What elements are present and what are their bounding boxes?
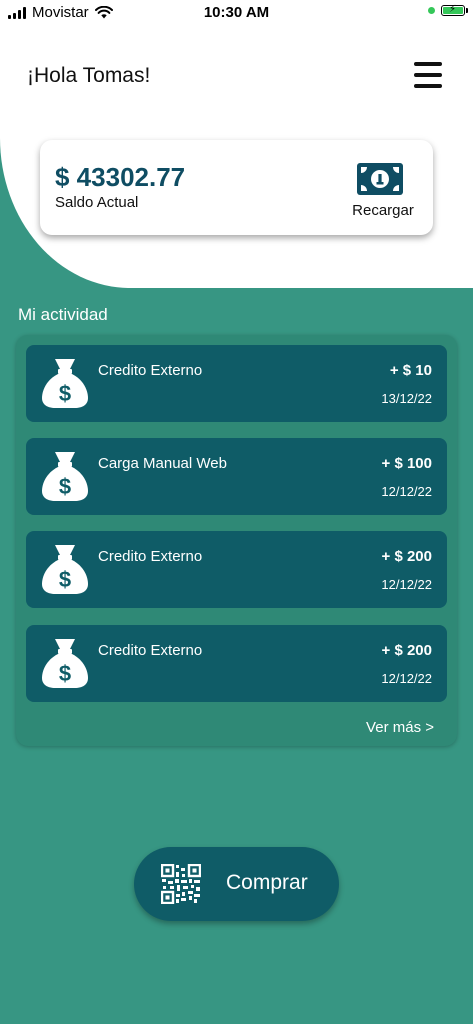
hamburger-menu-icon xyxy=(414,62,442,66)
activity-item-amount: + $ 200 xyxy=(381,642,432,659)
active-indicator-icon xyxy=(428,7,435,14)
buy-button-label: Comprar xyxy=(226,871,308,894)
svg-text:$: $ xyxy=(59,381,71,406)
balance-amount: $ 43302.77 xyxy=(55,162,186,192)
status-right: ⚡ xyxy=(428,5,468,16)
qr-code-icon xyxy=(161,864,201,904)
activity-item-title: Credito Externo xyxy=(98,548,203,565)
greeting-title: ¡Hola Tomas! xyxy=(27,64,151,87)
activity-panel: $ Credito Externo + $ 10 13/12/22 $ Carg… xyxy=(16,335,457,746)
activity-item-title: Credito Externo xyxy=(98,362,203,379)
activity-item-amount: + $ 10 xyxy=(389,362,432,379)
balance-label: Saldo Actual xyxy=(55,194,139,211)
svg-text:$: $ xyxy=(59,567,71,592)
activity-item-date: 12/12/22 xyxy=(381,577,432,592)
money-bag-icon: $ xyxy=(42,639,88,688)
recharge-label: Recargar xyxy=(352,202,414,219)
activity-item-title: Credito Externo xyxy=(98,642,203,659)
activity-item-date: 12/12/22 xyxy=(381,484,432,499)
activity-title: Mi actividad xyxy=(18,305,108,324)
status-time: 10:30 AM xyxy=(203,4,270,21)
money-bag-icon: $ xyxy=(42,359,88,408)
svg-text:$: $ xyxy=(59,474,71,499)
balance-card: $ 43302.77 Saldo Actual Recargar xyxy=(40,140,433,235)
activity-item-date: 12/12/22 xyxy=(381,671,432,686)
svg-text:$: $ xyxy=(59,661,71,686)
activity-item-date: 13/12/22 xyxy=(381,391,432,406)
activity-item-amount: + $ 100 xyxy=(381,455,432,472)
money-bag-icon: $ xyxy=(42,452,88,501)
see-more-link[interactable]: Ver más > xyxy=(366,719,434,736)
recharge-button[interactable]: Recargar xyxy=(348,158,418,222)
activity-item-title: Carga Manual Web xyxy=(98,455,227,472)
battery-charging-icon: ⚡ xyxy=(441,5,468,16)
menu-button[interactable] xyxy=(414,60,442,90)
cash-icon xyxy=(357,163,403,195)
activity-item[interactable]: $ Credito Externo + $ 200 12/12/22 xyxy=(26,531,447,608)
activity-item[interactable]: $ Credito Externo + $ 200 12/12/22 xyxy=(26,625,447,702)
buy-button[interactable]: Comprar xyxy=(134,847,339,921)
activity-item[interactable]: $ Carga Manual Web + $ 100 12/12/22 xyxy=(26,438,447,515)
money-bag-icon: $ xyxy=(42,545,88,594)
status-bar: Movistar 10:30 AM ⚡ xyxy=(0,0,473,26)
activity-item-amount: + $ 200 xyxy=(381,548,432,565)
activity-item[interactable]: $ Credito Externo + $ 10 13/12/22 xyxy=(26,345,447,422)
